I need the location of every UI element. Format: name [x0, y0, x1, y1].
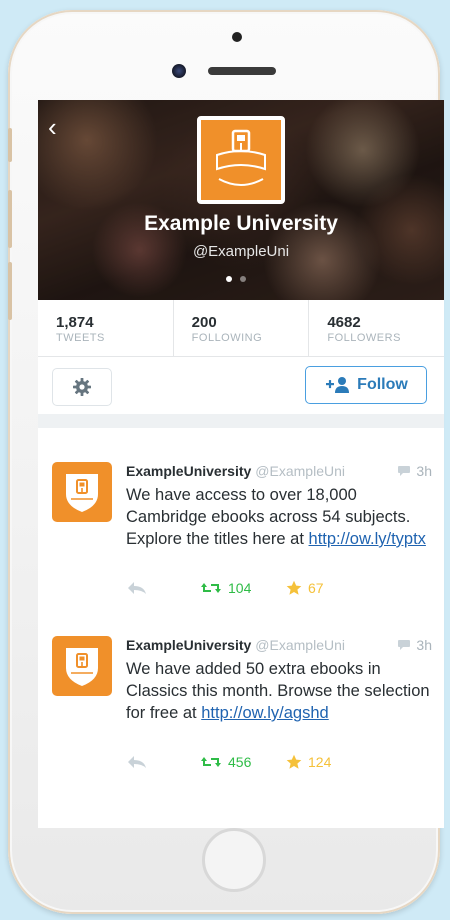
favorite-action[interactable]: 67	[286, 580, 324, 596]
tweet-meta: 3h	[397, 636, 432, 654]
phone-frame: ‹ Example University @ExampleUni 1,874 T…	[8, 10, 444, 914]
university-shield-icon	[66, 474, 98, 512]
gear-icon	[73, 378, 91, 396]
stat-label: FOLLOWERS	[327, 332, 401, 344]
tweet-item[interactable]: ExampleUniversity @ExampleUni 3h We have …	[38, 462, 444, 602]
star-icon	[286, 754, 302, 769]
tweet-author-handle[interactable]: @ExampleUni	[255, 637, 345, 653]
mute-switch	[8, 128, 12, 162]
tweet-link[interactable]: http://ow.ly/agshd	[201, 704, 329, 722]
profile-handle: @ExampleUni	[192, 243, 290, 260]
volume-down-button	[8, 262, 12, 320]
top-camera-dot	[232, 32, 242, 42]
favorite-count: 124	[308, 754, 332, 770]
reply-icon[interactable]	[126, 580, 148, 596]
retweet-icon	[201, 757, 221, 767]
favorite-count: 67	[308, 580, 324, 596]
tweet-text-block: We have access to over 18,000 Cambridge …	[126, 484, 432, 550]
section-divider	[38, 414, 444, 428]
follow-button[interactable]: Follow	[305, 366, 427, 404]
tweet-avatar[interactable]	[52, 462, 112, 522]
tweet-author-name[interactable]: ExampleUniversity	[126, 463, 251, 479]
tweet-time: 3h	[416, 463, 432, 479]
retweet-count: 104	[228, 580, 252, 596]
favorite-action[interactable]: 124	[286, 754, 331, 770]
stat-value: 200	[191, 314, 217, 331]
back-arrow-icon[interactable]: ‹	[48, 114, 57, 140]
tweet-actions: 456 124	[126, 754, 432, 774]
page-indicator	[226, 276, 246, 282]
tweet-actions: 104 67	[126, 580, 432, 600]
tweet-item[interactable]: ExampleUniversity @ExampleUni 3h We have …	[38, 636, 444, 776]
stat-value: 4682	[327, 314, 361, 331]
retweet-action[interactable]: 456	[200, 754, 251, 770]
stat-label: FOLLOWING	[191, 332, 263, 344]
conversation-icon	[398, 640, 411, 650]
tweet-author-name[interactable]: ExampleUniversity	[126, 637, 251, 653]
earpiece-speaker	[208, 67, 276, 75]
stat-label: TWEETS	[56, 332, 105, 344]
tweet-header: ExampleUniversity @ExampleUni 3h	[126, 636, 432, 654]
tweet-meta: 3h	[397, 462, 432, 480]
reply-icon[interactable]	[126, 754, 148, 770]
stat-followers[interactable]: 4682 FOLLOWERS	[309, 300, 444, 356]
stat-following[interactable]: 200 FOLLOWING	[174, 300, 310, 356]
page-dot[interactable]	[240, 276, 246, 282]
home-button[interactable]	[202, 828, 266, 892]
profile-stats: 1,874 TWEETS 200 FOLLOWING 4682 FOLLOWER…	[38, 300, 444, 357]
university-shield-icon	[216, 129, 266, 186]
tweet-text-block: We have added 50 extra ebooks in Classic…	[126, 658, 432, 724]
conversation-icon	[398, 466, 411, 476]
page-dot-active[interactable]	[226, 276, 232, 282]
retweet-count: 456	[228, 754, 252, 770]
tweet-link[interactable]: http://ow.ly/typtx	[309, 530, 426, 548]
tweet-time: 3h	[416, 637, 432, 653]
profile-logo	[197, 116, 285, 204]
star-icon	[286, 580, 302, 595]
stat-value: 1,874	[56, 314, 94, 331]
tweet-author-handle[interactable]: @ExampleUni	[255, 463, 345, 479]
app-screen: ‹ Example University @ExampleUni 1,874 T…	[38, 100, 444, 828]
volume-up-button	[8, 190, 12, 248]
profile-name: Example University	[144, 212, 338, 235]
profile-header: ‹ Example University @ExampleUni	[38, 100, 444, 300]
front-camera	[172, 64, 186, 78]
retweet-icon	[201, 583, 221, 593]
tweet-avatar[interactable]	[52, 636, 112, 696]
add-user-icon	[326, 377, 350, 393]
tweet-header: ExampleUniversity @ExampleUni 3h	[126, 462, 432, 480]
follow-button-label: Follow	[357, 376, 408, 393]
stat-tweets[interactable]: 1,874 TWEETS	[38, 300, 174, 356]
settings-button[interactable]	[52, 368, 112, 406]
university-shield-icon	[66, 648, 98, 686]
retweet-action[interactable]: 104	[200, 580, 251, 596]
profile-actions: Follow	[38, 356, 444, 415]
